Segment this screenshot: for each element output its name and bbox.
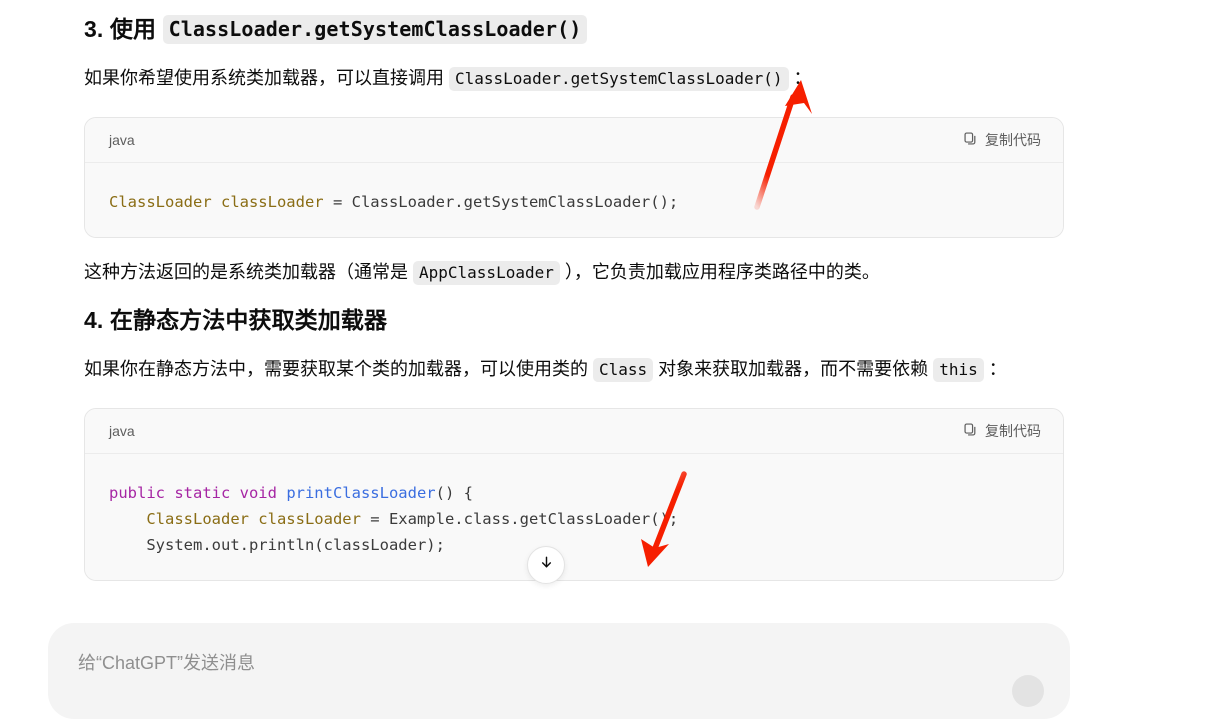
- code-token-plain: = Example.class.getClassLoader();: [360, 510, 679, 528]
- paragraph-appcl-text-1: 这种方法返回的是系统类加载器（通常是: [84, 262, 413, 282]
- code-block-1: java 复制代码 ClassLoader classLoader = Clas…: [84, 117, 1064, 238]
- scroll-to-bottom-button[interactable]: [527, 546, 565, 584]
- heading-3-inline-code: ClassLoader.getSystemClassLoader(): [162, 15, 588, 44]
- inline-code-appclassloader: AppClassLoader: [413, 261, 560, 285]
- code-token-plain: () {: [435, 484, 473, 502]
- paragraph-static-text-2: 对象来获取加载器，而不需: [653, 359, 875, 379]
- copy-code-label-2: 复制代码: [985, 423, 1041, 439]
- code-block-1-header: java 复制代码: [85, 118, 1063, 163]
- copy-icon: [963, 131, 978, 149]
- paragraph-static-text-3: 要依赖: [874, 359, 934, 379]
- copy-icon: [963, 422, 978, 440]
- code-block-2-body: public static void printClassLoader() { …: [85, 454, 1063, 580]
- inline-code-this: this: [933, 358, 984, 382]
- heading-section-4: 4. 在静态方法中获取类加载器: [84, 305, 1064, 335]
- code-token-function: printClassLoader: [286, 484, 436, 502]
- message-composer[interactable]: 给“ChatGPT”发送消息: [48, 623, 1070, 719]
- copy-code-label-1: 复制代码: [985, 132, 1041, 148]
- heading-section-3: 3. 使用 ClassLoader.getSystemClassLoader(): [84, 14, 1064, 44]
- arrow-down-icon: [538, 554, 555, 576]
- code-block-1-body: ClassLoader classLoader = ClassLoader.ge…: [85, 163, 1063, 237]
- paragraph-appcl-text-2: ），它负责加载应用程序类路径中的类。: [559, 262, 880, 282]
- paragraph-system-classloader: 如果你希望使用系统类加载器，可以直接调用 ClassLoader.getSyst…: [84, 60, 1064, 97]
- inline-code-class: Class: [593, 358, 654, 382]
- send-message-button[interactable]: [1012, 675, 1044, 707]
- paragraph-text-after: ：: [788, 68, 812, 88]
- code-block-2: java 复制代码 public static void printClassL…: [84, 408, 1064, 581]
- composer-area: 给“ChatGPT”发送消息: [0, 611, 1214, 719]
- code-token-plain: System.out.println(classLoader);: [109, 536, 445, 554]
- paragraph-static-method: 如果你在静态方法中，需要获取某个类的加载器，可以使用类的 Class 对象来获取…: [84, 351, 1064, 388]
- code-token-type: ClassLoader classLoader: [109, 193, 324, 211]
- conversation-scroll-area[interactable]: 3. 使用 ClassLoader.getSystemClassLoader()…: [0, 0, 1214, 620]
- message-input-placeholder[interactable]: 给“ChatGPT”发送消息: [78, 649, 255, 675]
- message-content: 3. 使用 ClassLoader.getSystemClassLoader()…: [84, 0, 1064, 581]
- paragraph-static-text-4: ：: [983, 359, 1007, 379]
- code-token-type: ClassLoader classLoader: [109, 510, 361, 528]
- paragraph-text-before: 如果你希望使用系统类加载器，可以直接调用: [84, 68, 449, 88]
- code-token-plain: = ClassLoader.getSystemClassLoader();: [323, 193, 679, 211]
- inline-code-get-system-classloader: ClassLoader.getSystemClassLoader(): [449, 67, 789, 91]
- code-block-2-header: java 复制代码: [85, 409, 1063, 454]
- heading-4-text: 4. 在静态方法中获取类加载器: [84, 307, 388, 333]
- code-token-keyword: public static void: [109, 484, 287, 502]
- heading-3-number: 3. 使用: [84, 16, 157, 42]
- copy-code-button-2[interactable]: 复制代码: [963, 421, 1041, 441]
- copy-code-button-1[interactable]: 复制代码: [963, 130, 1041, 150]
- code-block-1-language: java: [109, 132, 135, 148]
- paragraph-static-text-1: 如果你在静态方法中，需要获取某个类的加载器，可以使用类的: [84, 359, 593, 379]
- code-block-2-language: java: [109, 423, 135, 439]
- paragraph-appclassloader: 这种方法返回的是系统类加载器（通常是 AppClassLoader ），它负责加…: [84, 254, 1064, 291]
